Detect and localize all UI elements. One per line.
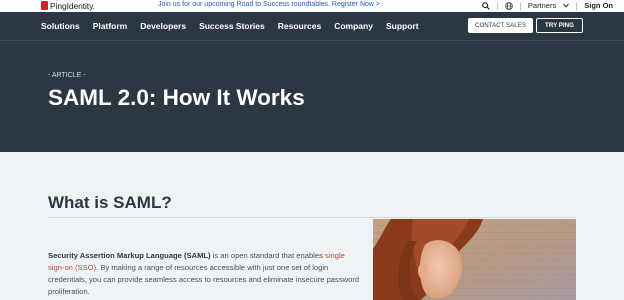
nav-item-platform[interactable]: Platform: [93, 21, 127, 31]
nav-item-resources[interactable]: Resources: [278, 21, 321, 31]
intro-paragraph: Security Assertion Markup Language (SAML…: [48, 250, 363, 298]
saml-term: Security Assertion Markup Language (SAML…: [48, 251, 211, 260]
main-nav: Solutions Platform Developers Success St…: [0, 12, 624, 40]
nav-item-support[interactable]: Support: [386, 21, 419, 31]
logo-text: PingIdentity.: [50, 0, 95, 11]
page-title: SAML 2.0: How It Works: [48, 85, 305, 110]
divider: [519, 1, 521, 10]
announcement-link[interactable]: Join us for our upcoming Road to Success…: [158, 1, 380, 8]
utility-bar: PingIdentity. Join us for our upcoming R…: [0, 0, 624, 12]
nav-items: Solutions Platform Developers Success St…: [41, 12, 419, 40]
globe-icon[interactable]: [505, 1, 513, 10]
search-icon[interactable]: [482, 1, 490, 10]
nav-item-company[interactable]: Company: [334, 21, 373, 31]
article-eyebrow: - ARTICLE -: [48, 72, 86, 79]
divider: [496, 1, 498, 10]
article-photo: [373, 219, 576, 300]
section-title: What is SAML?: [48, 193, 172, 212]
nav-item-success-stories[interactable]: Success Stories: [199, 21, 265, 31]
ping-identity-logo[interactable]: PingIdentity.: [41, 0, 95, 11]
divider: [576, 1, 578, 10]
nav-item-solutions[interactable]: Solutions: [41, 21, 80, 31]
utility-links: Partners Sign On: [482, 0, 613, 11]
hero-banner: - ARTICLE - SAML 2.0: How It Works: [0, 40, 624, 152]
logo-mark-icon: [41, 1, 48, 10]
para-text-1: is an open standard that enables: [210, 251, 326, 260]
nav-item-developers[interactable]: Developers: [140, 21, 186, 31]
section-divider: [48, 217, 575, 218]
chevron-down-icon[interactable]: [563, 3, 570, 8]
contact-sales-button[interactable]: CONTACT SALES: [468, 18, 533, 33]
partners-link[interactable]: Partners: [528, 1, 556, 10]
sign-on-link[interactable]: Sign On: [584, 1, 613, 10]
try-ping-button[interactable]: TRY PING: [536, 18, 583, 33]
